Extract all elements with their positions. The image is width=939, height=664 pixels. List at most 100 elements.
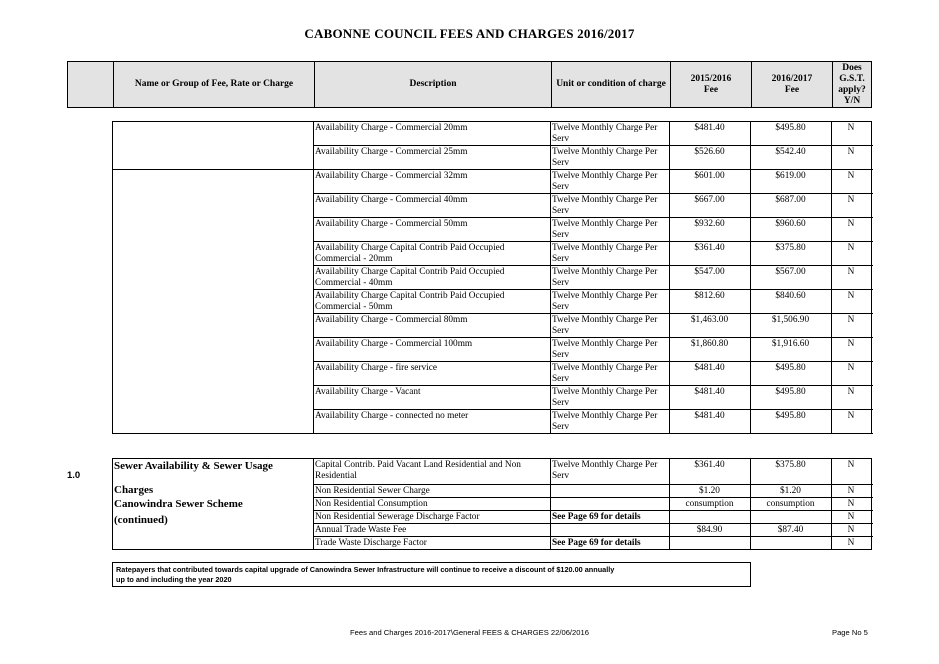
cell-fee-curr: $375.80 bbox=[775, 243, 806, 253]
section-number: 1.0 bbox=[67, 470, 81, 481]
cell-unit: Twelve Monthly Charge Per Serv bbox=[552, 171, 658, 192]
cell-fee-prev bbox=[669, 537, 750, 550]
cell-unit: Twelve Monthly Charge Per Serv bbox=[552, 123, 658, 144]
cell-description: Non Residential Consumption bbox=[315, 499, 428, 509]
cell-description: Availability Charge - Commercial 25mm bbox=[315, 147, 468, 157]
cell-fee-curr: $1,506.90 bbox=[771, 315, 810, 325]
cell-fee-prev: $547.00 bbox=[694, 267, 725, 277]
table-row: Availability Charge - Commercial 50mm Twe… bbox=[313, 218, 873, 242]
cell-unit: Twelve Monthly Charge Per Serv bbox=[552, 363, 658, 384]
table-row: Availability Charge - fire service Twelve… bbox=[313, 362, 873, 386]
table-row: Availability Charge - Commercial 32mm Twe… bbox=[313, 170, 873, 194]
cell-fee-curr: $1,916.60 bbox=[771, 339, 810, 349]
cell-fee-prev: $812.60 bbox=[694, 291, 725, 301]
header-gst: Does G.S.T. apply? Y/N bbox=[832, 62, 871, 107]
cell-description: Availability Charge Capital Contrib Paid… bbox=[315, 243, 505, 264]
cell-gst: N bbox=[847, 525, 855, 535]
cell-gst: N bbox=[847, 499, 855, 509]
cell-description: Non Residential Sewerage Discharge Facto… bbox=[315, 512, 480, 522]
footer-path: Fees and Charges 2016-2017\General FEES … bbox=[350, 628, 589, 637]
cell-fee-prev: $361.40 bbox=[694, 460, 725, 470]
cell-gst: N bbox=[847, 267, 855, 277]
fees-table-usage: Capital Contrib. Paid Vacant Land Reside… bbox=[112, 458, 873, 550]
cell-gst: N bbox=[847, 147, 855, 157]
table-row: Availability Charge Capital Contrib Paid… bbox=[313, 290, 873, 314]
cell-fee-curr: $495.80 bbox=[775, 387, 806, 397]
table-row: Availability Charge - Vacant Twelve Month… bbox=[313, 386, 873, 410]
cell-description: Capital Contrib. Paid Vacant Land Reside… bbox=[315, 460, 521, 481]
cell-description: Availability Charge - connected no meter bbox=[315, 411, 469, 421]
cell-unit: See Page 69 for details bbox=[552, 538, 641, 548]
cell-description: Availability Charge - Commercial 32mm bbox=[315, 171, 468, 181]
cell-unit: Twelve Monthly Charge Per Serv bbox=[552, 291, 658, 312]
cell-unit bbox=[550, 498, 669, 510]
cell-fee-prev: $932.60 bbox=[694, 219, 725, 229]
cell-fee-curr: $619.00 bbox=[775, 171, 806, 181]
cell-unit: Twelve Monthly Charge Per Serv bbox=[552, 460, 658, 481]
cell-unit: See Page 69 for details bbox=[552, 512, 641, 522]
table-row: Availability Charge - Commercial 25mm Twe… bbox=[313, 146, 873, 170]
cell-unit: Twelve Monthly Charge Per Serv bbox=[552, 387, 658, 408]
header-description: Description bbox=[314, 62, 551, 107]
cell-unit: Twelve Monthly Charge Per Serv bbox=[552, 339, 658, 360]
cell-gst: N bbox=[847, 363, 855, 373]
cell-gst: N bbox=[847, 486, 855, 496]
cell-description: Annual Trade Waste Fee bbox=[315, 525, 407, 535]
cell-unit: Twelve Monthly Charge Per Serv bbox=[552, 267, 658, 288]
cell-gst: N bbox=[847, 512, 855, 522]
cell-description: Availability Charge - Commercial 50mm bbox=[315, 219, 468, 229]
cell-fee-prev: $1,860.80 bbox=[690, 339, 729, 349]
cell-fee-prev: $481.40 bbox=[694, 387, 725, 397]
cell-description: Availability Charge Capital Contrib Paid… bbox=[315, 291, 505, 312]
footer-page-number: Page No 5 bbox=[832, 628, 868, 637]
table-row: Annual Trade Waste Fee $84.90 $87.40 N bbox=[313, 524, 873, 537]
cell-unit: Twelve Monthly Charge Per Serv bbox=[552, 147, 658, 168]
cell-description: Availability Charge - Commercial 40mm bbox=[315, 195, 468, 205]
cell-unit bbox=[550, 524, 669, 536]
cell-gst: N bbox=[847, 339, 855, 349]
cell-fee-curr: $495.80 bbox=[775, 363, 806, 373]
cell-fee-curr: $495.80 bbox=[775, 411, 806, 421]
table-row: Availability Charge - Commercial 20mm Twe… bbox=[313, 122, 873, 146]
table-row: Trade Waste Discharge Factor See Page 69 … bbox=[313, 537, 873, 550]
table-row: Non Residential Sewerage Discharge Facto… bbox=[313, 511, 873, 524]
cell-description: Availability Charge Capital Contrib Paid… bbox=[315, 267, 505, 288]
header-fee-prev: 2015/2016 Fee bbox=[670, 62, 751, 107]
cell-description: Availability Charge - Commercial 20mm bbox=[315, 123, 468, 133]
cell-unit: Twelve Monthly Charge Per Serv bbox=[552, 195, 658, 216]
table-row: Availability Charge - connected no meter… bbox=[313, 410, 873, 434]
cell-unit: Twelve Monthly Charge Per Serv bbox=[552, 411, 658, 432]
cell-fee-curr bbox=[750, 537, 831, 550]
discount-note-line2: up to and including the year 2020 bbox=[116, 575, 232, 584]
cell-fee-prev: $1,463.00 bbox=[690, 315, 729, 325]
cell-fee-curr: $567.00 bbox=[775, 267, 806, 277]
header-name: Name or Group of Fee, Rate or Charge bbox=[113, 62, 314, 107]
cell-fee-curr: $840.60 bbox=[775, 291, 806, 301]
cell-fee-prev: $481.40 bbox=[694, 411, 725, 421]
cell-fee-curr: $375.80 bbox=[775, 460, 806, 470]
discount-note: Ratepayers that contributed towards capi… bbox=[112, 562, 751, 587]
cell-fee-prev: $84.90 bbox=[696, 525, 723, 535]
cell-fee-curr bbox=[750, 511, 831, 523]
cell-fee-curr: $687.00 bbox=[775, 195, 806, 205]
cell-fee-prev: $601.00 bbox=[694, 171, 725, 181]
cell-gst: N bbox=[847, 219, 855, 229]
cell-fee-curr: $960.60 bbox=[775, 219, 806, 229]
cell-description: Availability Charge - Commercial 100mm bbox=[315, 339, 473, 349]
cell-fee-curr: $495.80 bbox=[775, 123, 806, 133]
cell-gst: N bbox=[847, 411, 855, 421]
cell-gst: N bbox=[847, 123, 855, 133]
cell-fee-prev: $361.40 bbox=[694, 243, 725, 253]
cell-unit: Twelve Monthly Charge Per Serv bbox=[552, 243, 658, 264]
cell-gst: N bbox=[847, 291, 855, 301]
cell-unit bbox=[550, 485, 669, 497]
cell-gst: N bbox=[847, 460, 855, 470]
cell-description: Availability Charge - Commercial 80mm bbox=[315, 315, 468, 325]
cell-gst: N bbox=[847, 195, 855, 205]
cell-fee-prev: consumption bbox=[685, 499, 734, 509]
table-header: Name or Group of Fee, Rate or Charge Des… bbox=[67, 61, 872, 108]
cell-description: Trade Waste Discharge Factor bbox=[315, 538, 427, 548]
cell-gst: N bbox=[847, 387, 855, 397]
cell-gst: N bbox=[847, 243, 855, 253]
cell-gst: N bbox=[847, 171, 855, 181]
